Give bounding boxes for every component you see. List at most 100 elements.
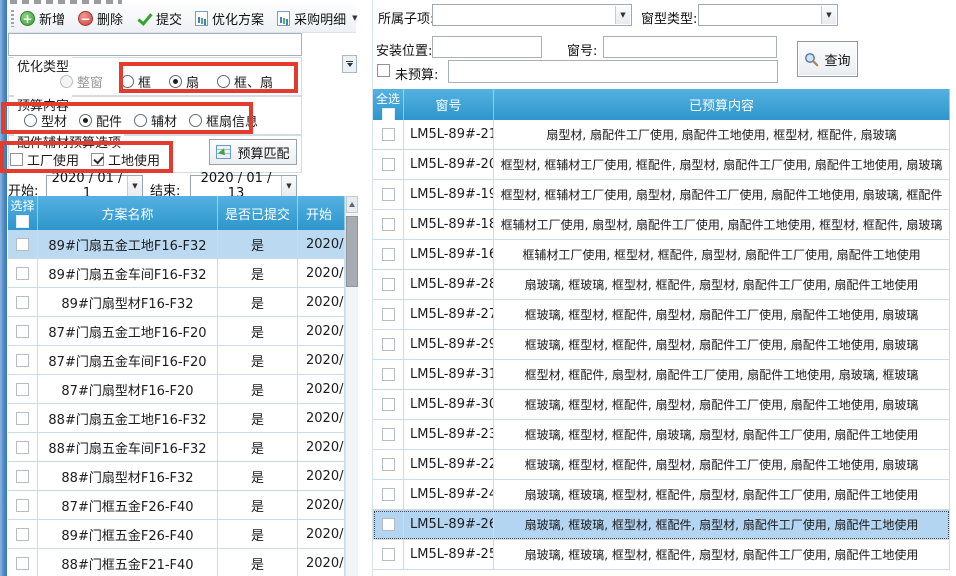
row-checkbox[interactable] xyxy=(382,488,395,501)
row-select-cell[interactable] xyxy=(373,360,404,389)
column-header-budgeted-content[interactable]: 已预算内容 xyxy=(494,89,950,120)
date-end-picker[interactable]: 2020 / 01 / 13 ▼ xyxy=(190,175,297,197)
row-select-cell[interactable] xyxy=(373,420,404,449)
window-row[interactable]: LM5L-89#-21F19扇型材, 扇配件工厂使用, 扇配件工地使用, 框型材… xyxy=(373,120,950,150)
window-row[interactable]: LM5L-89#-26F24扇玻璃, 框玻璃, 框型材, 框配件, 扇型材, 扇… xyxy=(373,510,950,540)
scrollbar-thumb[interactable] xyxy=(346,216,358,287)
row-checkbox[interactable] xyxy=(382,248,395,261)
row-select-cell[interactable] xyxy=(373,180,404,209)
row-checkbox[interactable] xyxy=(382,188,395,201)
row-select-cell[interactable] xyxy=(8,433,38,461)
row-select-cell[interactable] xyxy=(8,462,38,490)
row-select-cell[interactable] xyxy=(373,300,404,329)
select-all-checkbox[interactable] xyxy=(16,215,29,228)
plan-row[interactable]: 87#门框五金F26-F40是2020/0 xyxy=(8,491,345,520)
column-header-plan-name[interactable]: 方案名称 xyxy=(38,196,218,230)
row-select-cell[interactable] xyxy=(373,120,404,149)
row-checkbox[interactable] xyxy=(16,412,29,425)
no-budget-input[interactable] xyxy=(448,60,778,83)
row-select-cell[interactable] xyxy=(8,288,38,316)
query-button[interactable]: 查询 xyxy=(797,41,858,77)
radio-配件[interactable]: 配件 xyxy=(79,111,122,130)
plan-row[interactable]: 88#门扇五金工地F16-F32是2020/0 xyxy=(8,404,345,433)
row-checkbox[interactable] xyxy=(16,383,29,396)
row-select-cell[interactable] xyxy=(373,390,404,419)
toolbar-button-优化方案[interactable]: 优化方案 xyxy=(195,9,264,28)
column-header-submitted[interactable]: 是否已提交 xyxy=(218,196,298,230)
row-select-cell[interactable] xyxy=(8,404,38,432)
plan-row[interactable]: 89#门框五金F26-F40是2020/0 xyxy=(8,520,345,549)
column-header-start[interactable]: 开始 xyxy=(298,196,345,230)
row-select-cell[interactable] xyxy=(373,270,404,299)
window-row[interactable]: LM5L-89#-30F28框玻璃, 框型材, 框配件, 扇型材, 扇配件工厂使… xyxy=(373,390,950,420)
row-select-cell[interactable] xyxy=(8,549,38,576)
row-checkbox[interactable] xyxy=(382,278,395,291)
scroll-up-button[interactable] xyxy=(346,196,358,213)
row-select-cell[interactable] xyxy=(8,375,38,403)
row-checkbox[interactable] xyxy=(16,557,29,570)
window-row[interactable]: LM5L-89#-28F26扇玻璃, 框玻璃, 框型材, 框配件, 扇型材, 扇… xyxy=(373,270,950,300)
window-row[interactable]: LM5L-89#-27F25框玻璃, 框型材, 框配件, 扇型材, 扇配件工厂使… xyxy=(373,300,950,330)
plan-row[interactable]: 89#门扇型材F16-F32是2020/0 xyxy=(8,288,345,317)
budget-match-button[interactable]: 预算匹配 xyxy=(209,139,297,165)
plan-row[interactable]: 88#门扇五金车间F16-F32是2020/0 xyxy=(8,433,345,462)
row-select-cell[interactable] xyxy=(8,317,38,345)
sub-item-combobox[interactable]: ▼ xyxy=(432,4,632,26)
row-select-cell[interactable] xyxy=(8,230,38,258)
radio-框[interactable]: 框 xyxy=(121,72,151,91)
row-checkbox[interactable] xyxy=(16,296,29,309)
window-row[interactable]: LM5L-89#-24F22扇玻璃, 框玻璃, 框型材, 框配件, 扇型材, 扇… xyxy=(373,480,950,510)
row-select-cell[interactable] xyxy=(373,510,404,539)
window-row[interactable]: LM5L-89#-18F16框辅材工厂使用, 扇型材, 扇配件工厂使用, 扇配件… xyxy=(373,210,950,240)
window-row[interactable]: LM5L-89#-23F21框玻璃, 框型材, 框配件, 扇玻璃, 扇型材, 扇… xyxy=(373,420,950,450)
row-select-cell[interactable] xyxy=(373,150,404,179)
row-select-cell[interactable] xyxy=(8,520,38,548)
window-type-combobox[interactable]: ▼ xyxy=(698,4,838,26)
row-checkbox[interactable] xyxy=(382,218,395,231)
plan-row[interactable]: 89#门扇五金工地F16-F32是2020/0 xyxy=(8,230,345,259)
row-checkbox[interactable] xyxy=(16,325,29,338)
chevron-down-icon[interactable]: ▼ xyxy=(281,176,296,196)
row-checkbox[interactable] xyxy=(16,354,29,367)
toolbar-button-提交[interactable]: 提交 xyxy=(136,9,182,28)
row-checkbox[interactable] xyxy=(16,528,29,541)
toolbar-overflow-button[interactable] xyxy=(342,55,357,73)
row-select-cell[interactable] xyxy=(373,240,404,269)
column-header-select-all[interactable]: 全选 xyxy=(373,89,404,120)
window-no-input[interactable] xyxy=(603,36,777,58)
toolbar-button-新增[interactable]: +新增 xyxy=(20,9,65,28)
column-header-window-no[interactable]: 窗号 xyxy=(404,89,494,120)
toolbar-button-采购明细[interactable]: 采购明细▼ xyxy=(277,9,357,28)
window-row[interactable]: LM5L-89#-20F18框型材, 框辅材工厂使用, 框配件, 扇型材, 扇配… xyxy=(373,150,950,180)
row-checkbox[interactable] xyxy=(382,128,395,141)
row-select-cell[interactable] xyxy=(8,491,38,519)
row-checkbox[interactable] xyxy=(382,308,395,321)
plan-filter-input[interactable] xyxy=(8,33,302,56)
window-row[interactable]: LM5L-89#-31F29框型材, 框配件, 扇型材, 扇配件工厂使用, 扇配… xyxy=(373,360,950,390)
radio-扇[interactable]: 扇 xyxy=(169,72,199,91)
chevron-down-icon[interactable]: ▼ xyxy=(352,14,357,22)
plan-row[interactable]: 89#门扇五金车间F16-F32是2020/0 xyxy=(8,259,345,288)
window-row[interactable]: LM5L-89#-16F15框辅材工厂使用, 框型材, 框配件, 扇型材, 扇配… xyxy=(373,240,950,270)
row-select-cell[interactable] xyxy=(8,259,38,287)
row-checkbox[interactable] xyxy=(382,518,395,531)
row-select-cell[interactable] xyxy=(373,210,404,239)
plan-row[interactable]: 87#门扇五金车间F16-F20是2020/0 xyxy=(8,346,345,375)
toolbar-button-删除[interactable]: −删除 xyxy=(78,9,123,28)
row-select-cell[interactable] xyxy=(373,450,404,479)
plan-row[interactable]: 88#门扇型材F16-F32是2020/0 xyxy=(8,462,345,491)
install-position-input[interactable] xyxy=(432,36,542,58)
row-select-cell[interactable] xyxy=(8,346,38,374)
row-checkbox[interactable] xyxy=(382,548,395,561)
row-checkbox[interactable] xyxy=(382,398,395,411)
row-checkbox[interactable] xyxy=(382,458,395,471)
chevron-down-icon[interactable]: ▼ xyxy=(821,6,836,24)
row-checkbox[interactable] xyxy=(16,470,29,483)
plan-row[interactable]: 87#门扇型材F16-F20是2020/0 xyxy=(8,375,345,404)
checkbox-工地使用[interactable]: 工地使用 xyxy=(91,150,160,169)
chevron-down-icon[interactable]: ▼ xyxy=(127,176,142,196)
row-checkbox[interactable] xyxy=(382,428,395,441)
row-checkbox[interactable] xyxy=(382,158,395,171)
row-select-cell[interactable] xyxy=(373,480,404,509)
radio-辅材[interactable]: 辅材 xyxy=(134,111,177,130)
